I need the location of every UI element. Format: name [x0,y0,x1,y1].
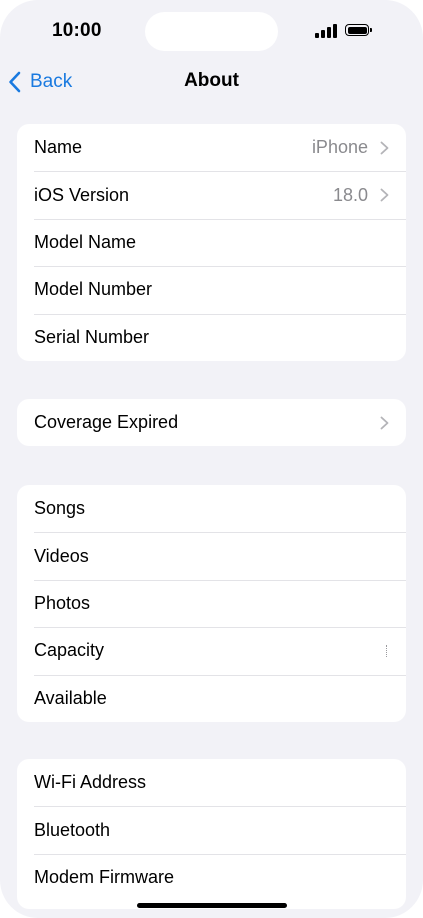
chevron-right-icon [380,141,389,155]
row-ios-version[interactable]: iOS Version 18.0 [17,171,406,218]
row-coverage[interactable]: Coverage Expired [17,399,406,446]
row-songs: Songs [17,485,406,532]
coverage-group: Coverage Expired [17,399,406,447]
row-videos: Videos [17,532,406,579]
chevron-right-icon [380,188,389,202]
row-label: Bluetooth [34,819,111,840]
home-indicator[interactable] [137,903,287,908]
row-label: Model Number [34,279,153,300]
row-label: Songs [34,498,86,519]
row-model-name[interactable]: Model Name [17,218,406,266]
row-available: Available [17,674,406,722]
chevron-right-icon [380,416,389,430]
row-label: Videos [34,545,89,566]
row-label: Available [34,687,107,708]
row-name[interactable]: Name iPhone [17,124,406,171]
row-label: Serial Number [34,326,150,347]
row-photos: Photos [17,579,406,627]
status-time: 10:00 [52,20,102,41]
media-storage-group: Songs Videos Photos Capacity Available [17,485,406,722]
row-bluetooth[interactable]: Bluetooth [17,806,406,853]
row-label: Modem Firmware [34,866,175,887]
battery-icon [345,24,375,38]
network-info-group: Wi-Fi Address Bluetooth Modem Firmware [17,759,406,909]
dynamic-island [145,12,278,51]
row-model-number[interactable]: Model Number [17,266,406,313]
row-value: iPhone [311,137,368,158]
row-capacity: Capacity [17,627,406,674]
row-value: 18.0 [332,184,368,205]
row-modem-firmware[interactable]: Modem Firmware [17,853,406,901]
cellular-signal-icon [315,24,339,38]
row-label: Model Name [34,231,137,252]
row-label: iOS Version [34,184,130,205]
device-info-group: Name iPhone iOS Version 18.0 Model Name … [17,124,406,361]
row-label: Capacity [34,640,105,661]
phone-screen: 10:00 Back About Name iPhone iOS Version… [0,0,423,918]
page-title: About [184,70,239,91]
row-label: Name [34,137,83,158]
row-label: Coverage Expired [34,412,179,433]
row-serial-number[interactable]: Serial Number [17,313,406,361]
row-label: Wi-Fi Address [34,772,147,793]
loading-indicator [386,644,389,657]
row-label: Photos [34,592,91,613]
row-wifi-address[interactable]: Wi-Fi Address [17,759,406,806]
